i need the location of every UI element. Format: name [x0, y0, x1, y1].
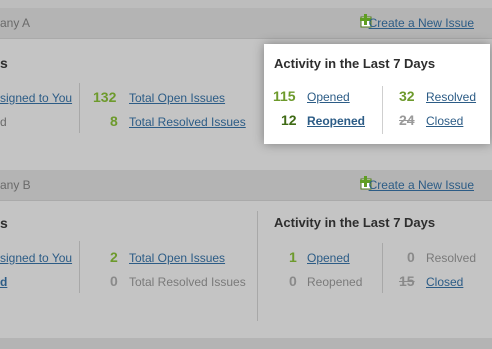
closed-link-b[interactable]: Closed	[426, 275, 463, 289]
company-b-header: any B Create a New Issue	[0, 170, 492, 201]
top-band	[0, 0, 492, 8]
reopened-count-a: 12	[281, 112, 297, 128]
closed-link-a[interactable]: Closed	[426, 114, 463, 128]
company-a-title: any A	[0, 16, 31, 30]
activity-title-b: Activity in the Last 7 Days	[274, 215, 436, 230]
resolved-count-a: 32	[399, 88, 415, 104]
activity-divider-b	[382, 243, 383, 293]
total-open-issues-link-a[interactable]: Total Open Issues	[129, 91, 225, 105]
reopened-link-a[interactable]: Reopened	[307, 114, 365, 128]
total-open-issues-link-b[interactable]: Total Open Issues	[129, 251, 225, 265]
resolved-label-b: Resolved	[426, 251, 477, 265]
total-open-count-b: 2	[110, 249, 118, 265]
resolved-link-a[interactable]: Resolved	[426, 90, 476, 104]
company-b-left-link[interactable]: d	[0, 275, 7, 289]
reopened-label-b: Reopened	[307, 275, 363, 289]
total-open-count-a: 132	[93, 89, 117, 105]
total-resolved-count-b: 0	[110, 273, 118, 289]
opened-count-b: 1	[289, 249, 297, 265]
opened-count-a: 115	[273, 88, 296, 104]
company-b-title: any B	[0, 178, 31, 192]
create-new-issue-link-b[interactable]: Create a New Issue	[369, 178, 474, 192]
company-b-left-heading: s	[0, 215, 8, 231]
company-b-body: s signed to You d 2 Total Open Issues 0 …	[0, 201, 492, 337]
opened-link-b[interactable]: Opened	[307, 251, 350, 265]
assigned-to-you-link-a[interactable]: signed to You	[0, 91, 72, 105]
opened-link-a[interactable]: Opened	[307, 90, 350, 104]
column-divider-b	[257, 211, 258, 321]
activity-divider-a	[382, 86, 383, 134]
total-resolved-count-a: 8	[110, 113, 118, 129]
closed-count-b: 15	[399, 273, 415, 289]
company-a-header: any A Create a New Issue	[0, 8, 492, 39]
activity-title-a: Activity in the Last 7 Days	[274, 56, 436, 71]
closed-count-a: 24	[399, 112, 415, 128]
divider	[79, 83, 80, 133]
assigned-to-you-link-b[interactable]: signed to You	[0, 251, 72, 265]
reopened-count-b: 0	[289, 273, 297, 289]
create-new-issue-link-a[interactable]: Create a New Issue	[369, 16, 474, 30]
company-a-left-dim: d	[0, 115, 7, 129]
next-section-header	[0, 338, 492, 349]
resolved-count-b: 0	[407, 249, 415, 265]
total-resolved-issues-label-b: Total Resolved Issues	[129, 275, 246, 289]
total-resolved-issues-link-a[interactable]: Total Resolved Issues	[129, 115, 246, 129]
activity-card-a: Activity in the Last 7 Days 115 Opened 1…	[264, 44, 490, 144]
company-a-left-heading: s	[0, 55, 8, 71]
divider	[79, 241, 80, 293]
